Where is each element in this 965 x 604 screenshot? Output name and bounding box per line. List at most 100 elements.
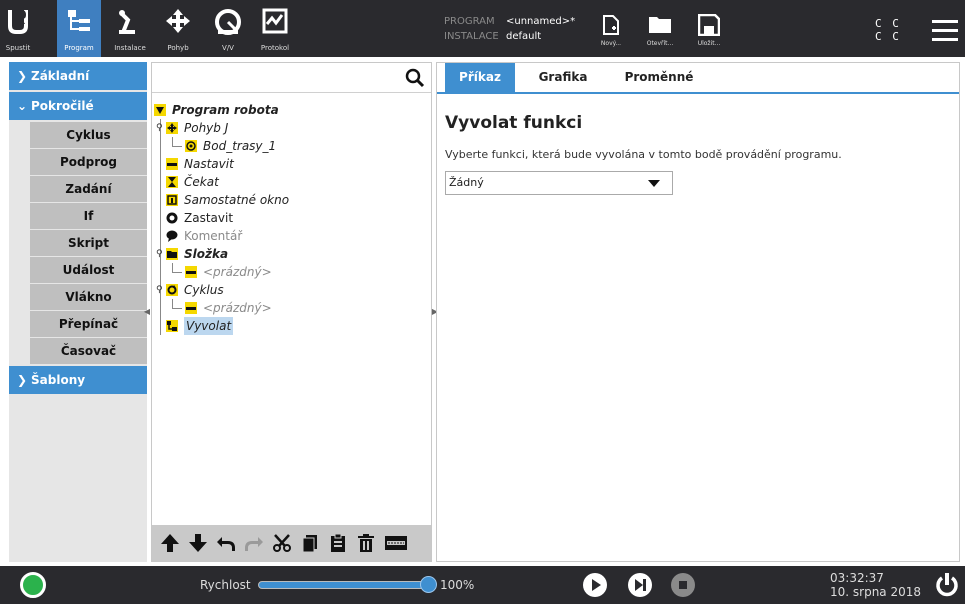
sidebar-item-assignment[interactable]: Zadání bbox=[30, 176, 147, 202]
category-templates[interactable]: ❯ Šablony bbox=[9, 366, 147, 394]
stop-button[interactable] bbox=[671, 573, 695, 597]
sidebar-item-switch[interactable]: Přepínač bbox=[30, 311, 147, 337]
tree-node-label: Složka bbox=[184, 247, 229, 261]
tree-search-input[interactable] bbox=[152, 63, 431, 93]
cc-line-1: C C bbox=[875, 17, 901, 30]
tree-node-label: Nastavit bbox=[184, 157, 234, 171]
tree-node-label: <prázdný> bbox=[203, 301, 272, 315]
sidebar-item-loop[interactable]: Cyklus bbox=[30, 122, 147, 148]
speed-label: Rychlost bbox=[200, 578, 251, 592]
halt-icon bbox=[166, 212, 178, 224]
new-button[interactable]: Nový... bbox=[588, 0, 634, 57]
sidebar-item-if[interactable]: If bbox=[30, 203, 147, 229]
step-button[interactable] bbox=[628, 573, 652, 597]
move-down-icon[interactable] bbox=[188, 533, 208, 553]
move-up-icon[interactable] bbox=[160, 533, 180, 553]
stop-icon bbox=[679, 581, 687, 589]
sidebar-item-timer[interactable]: Časovač bbox=[30, 338, 147, 364]
undo-icon[interactable] bbox=[216, 533, 236, 553]
paste-icon[interactable] bbox=[328, 533, 348, 553]
play-button[interactable] bbox=[583, 573, 607, 597]
set-icon bbox=[166, 158, 178, 170]
cc-line-2: C C bbox=[875, 30, 901, 43]
tree-node-popup[interactable]: Samostatné okno bbox=[152, 191, 431, 209]
copy-icon[interactable] bbox=[300, 533, 320, 553]
tree-node-label: Cyklus bbox=[184, 283, 224, 297]
io-gauge-icon bbox=[215, 9, 241, 35]
ur-logo-icon bbox=[8, 10, 28, 34]
sidebar-item-thread[interactable]: Vlákno bbox=[30, 284, 147, 310]
installation-name: default bbox=[506, 31, 542, 42]
chevron-down-icon: ⌄ bbox=[17, 99, 28, 113]
nav-program-label: Program bbox=[64, 44, 94, 52]
chevron-right-icon: ❯ bbox=[17, 373, 28, 387]
popup-icon bbox=[166, 194, 178, 206]
speed-slider[interactable] bbox=[258, 581, 430, 589]
sidebar-collapse-handle[interactable]: ◀ bbox=[143, 305, 151, 319]
sidebar-item-script[interactable]: Skript bbox=[30, 230, 147, 256]
tree-node-set[interactable]: Nastavit bbox=[152, 155, 431, 173]
nav-move-button[interactable]: Pohyb bbox=[158, 0, 198, 57]
tree-node-root[interactable]: Program robota bbox=[152, 101, 431, 119]
program-key: PROGRAM bbox=[444, 16, 495, 27]
tab-variables[interactable]: Proměnné bbox=[613, 63, 705, 92]
nav-log-button[interactable]: Protokol bbox=[255, 0, 295, 57]
program-info: PROGRAM <unnamed>* INSTALACE default bbox=[444, 14, 575, 44]
tree-node-loop[interactable]: ⚲ Cyklus bbox=[152, 281, 431, 299]
top-bar: Spustit Program Instalace Pohyb V/V Prot… bbox=[0, 0, 965, 57]
program-name: <unnamed>* bbox=[506, 16, 576, 27]
new-file-icon bbox=[603, 15, 619, 35]
nav-program-button[interactable]: Program bbox=[57, 0, 101, 57]
command-description: Vyberte funkci, která bude vyvolána v to… bbox=[445, 148, 842, 161]
category-advanced[interactable]: ⌄ Pokročilé bbox=[9, 92, 147, 120]
save-button[interactable]: Uložit... bbox=[686, 0, 732, 57]
open-button[interactable]: Otevřít... bbox=[637, 0, 683, 57]
tree-node-empty[interactable]: <prázdný> bbox=[152, 263, 431, 281]
suppress-icon[interactable] bbox=[384, 533, 408, 553]
nav-install-button[interactable]: Instalace bbox=[110, 0, 150, 57]
clock: 03:32:37 10. srpna 2018 bbox=[830, 571, 921, 599]
tree-toolbar bbox=[152, 525, 431, 561]
cut-icon[interactable] bbox=[272, 533, 292, 553]
tree-node-folder[interactable]: ⚲ Složka bbox=[152, 245, 431, 263]
tab-graphics[interactable]: Grafika bbox=[525, 63, 601, 92]
program-tree-icon bbox=[68, 10, 90, 31]
sidebar-item-event[interactable]: Událost bbox=[30, 257, 147, 283]
nav-log-label: Protokol bbox=[260, 44, 290, 52]
waypoint-icon bbox=[185, 140, 197, 152]
power-icon[interactable] bbox=[934, 572, 960, 598]
open-label: Otevřít... bbox=[646, 40, 674, 47]
category-basic-label: Základní bbox=[31, 69, 90, 83]
date-label: 10. srpna 2018 bbox=[830, 585, 922, 599]
log-chart-icon bbox=[262, 8, 288, 34]
redo-icon[interactable] bbox=[244, 533, 264, 553]
robot-status-icon[interactable] bbox=[20, 572, 46, 598]
search-icon[interactable] bbox=[405, 68, 425, 88]
tree-node-label: Bod_trasy_1 bbox=[203, 139, 277, 153]
command-panel: Příkaz Grafika Proměnné Vyvolat funkci V… bbox=[436, 62, 960, 562]
tree-node-comment[interactable]: Komentář bbox=[152, 227, 431, 245]
tree-node-label: Vyvolat bbox=[184, 317, 234, 335]
tree-node-wait[interactable]: Čekat bbox=[152, 173, 431, 191]
tree-node-movej[interactable]: ⚲ Pohyb J bbox=[152, 119, 431, 137]
tree-node-label: Čekat bbox=[184, 175, 219, 189]
nav-io-button[interactable]: V/V bbox=[208, 0, 248, 57]
delete-icon[interactable] bbox=[356, 533, 376, 553]
tree-node-empty[interactable]: <prázdný> bbox=[152, 299, 431, 317]
speed-slider-knob[interactable] bbox=[420, 576, 437, 593]
nav-run-button[interactable]: Spustit bbox=[0, 0, 36, 57]
tree-node-waypoint[interactable]: Bod_trasy_1 bbox=[152, 137, 431, 155]
folder-icon bbox=[166, 248, 178, 260]
sidebar-item-subprogram[interactable]: Podprog bbox=[30, 149, 147, 175]
tree-node-call[interactable]: Vyvolat bbox=[152, 317, 431, 335]
move-arrows-icon bbox=[166, 9, 190, 33]
category-basic[interactable]: ❯ Základní bbox=[9, 62, 147, 90]
comment-icon bbox=[166, 230, 178, 242]
function-select-value: Žádný bbox=[449, 176, 484, 189]
function-select[interactable]: Žádný bbox=[445, 171, 673, 195]
tab-command[interactable]: Příkaz bbox=[445, 63, 515, 92]
hamburger-menu-icon[interactable] bbox=[932, 20, 958, 42]
tree-node-label: Pohyb J bbox=[184, 121, 229, 135]
nav-move-label: Pohyb bbox=[167, 44, 189, 52]
tree-node-halt[interactable]: Zastavit bbox=[152, 209, 431, 227]
